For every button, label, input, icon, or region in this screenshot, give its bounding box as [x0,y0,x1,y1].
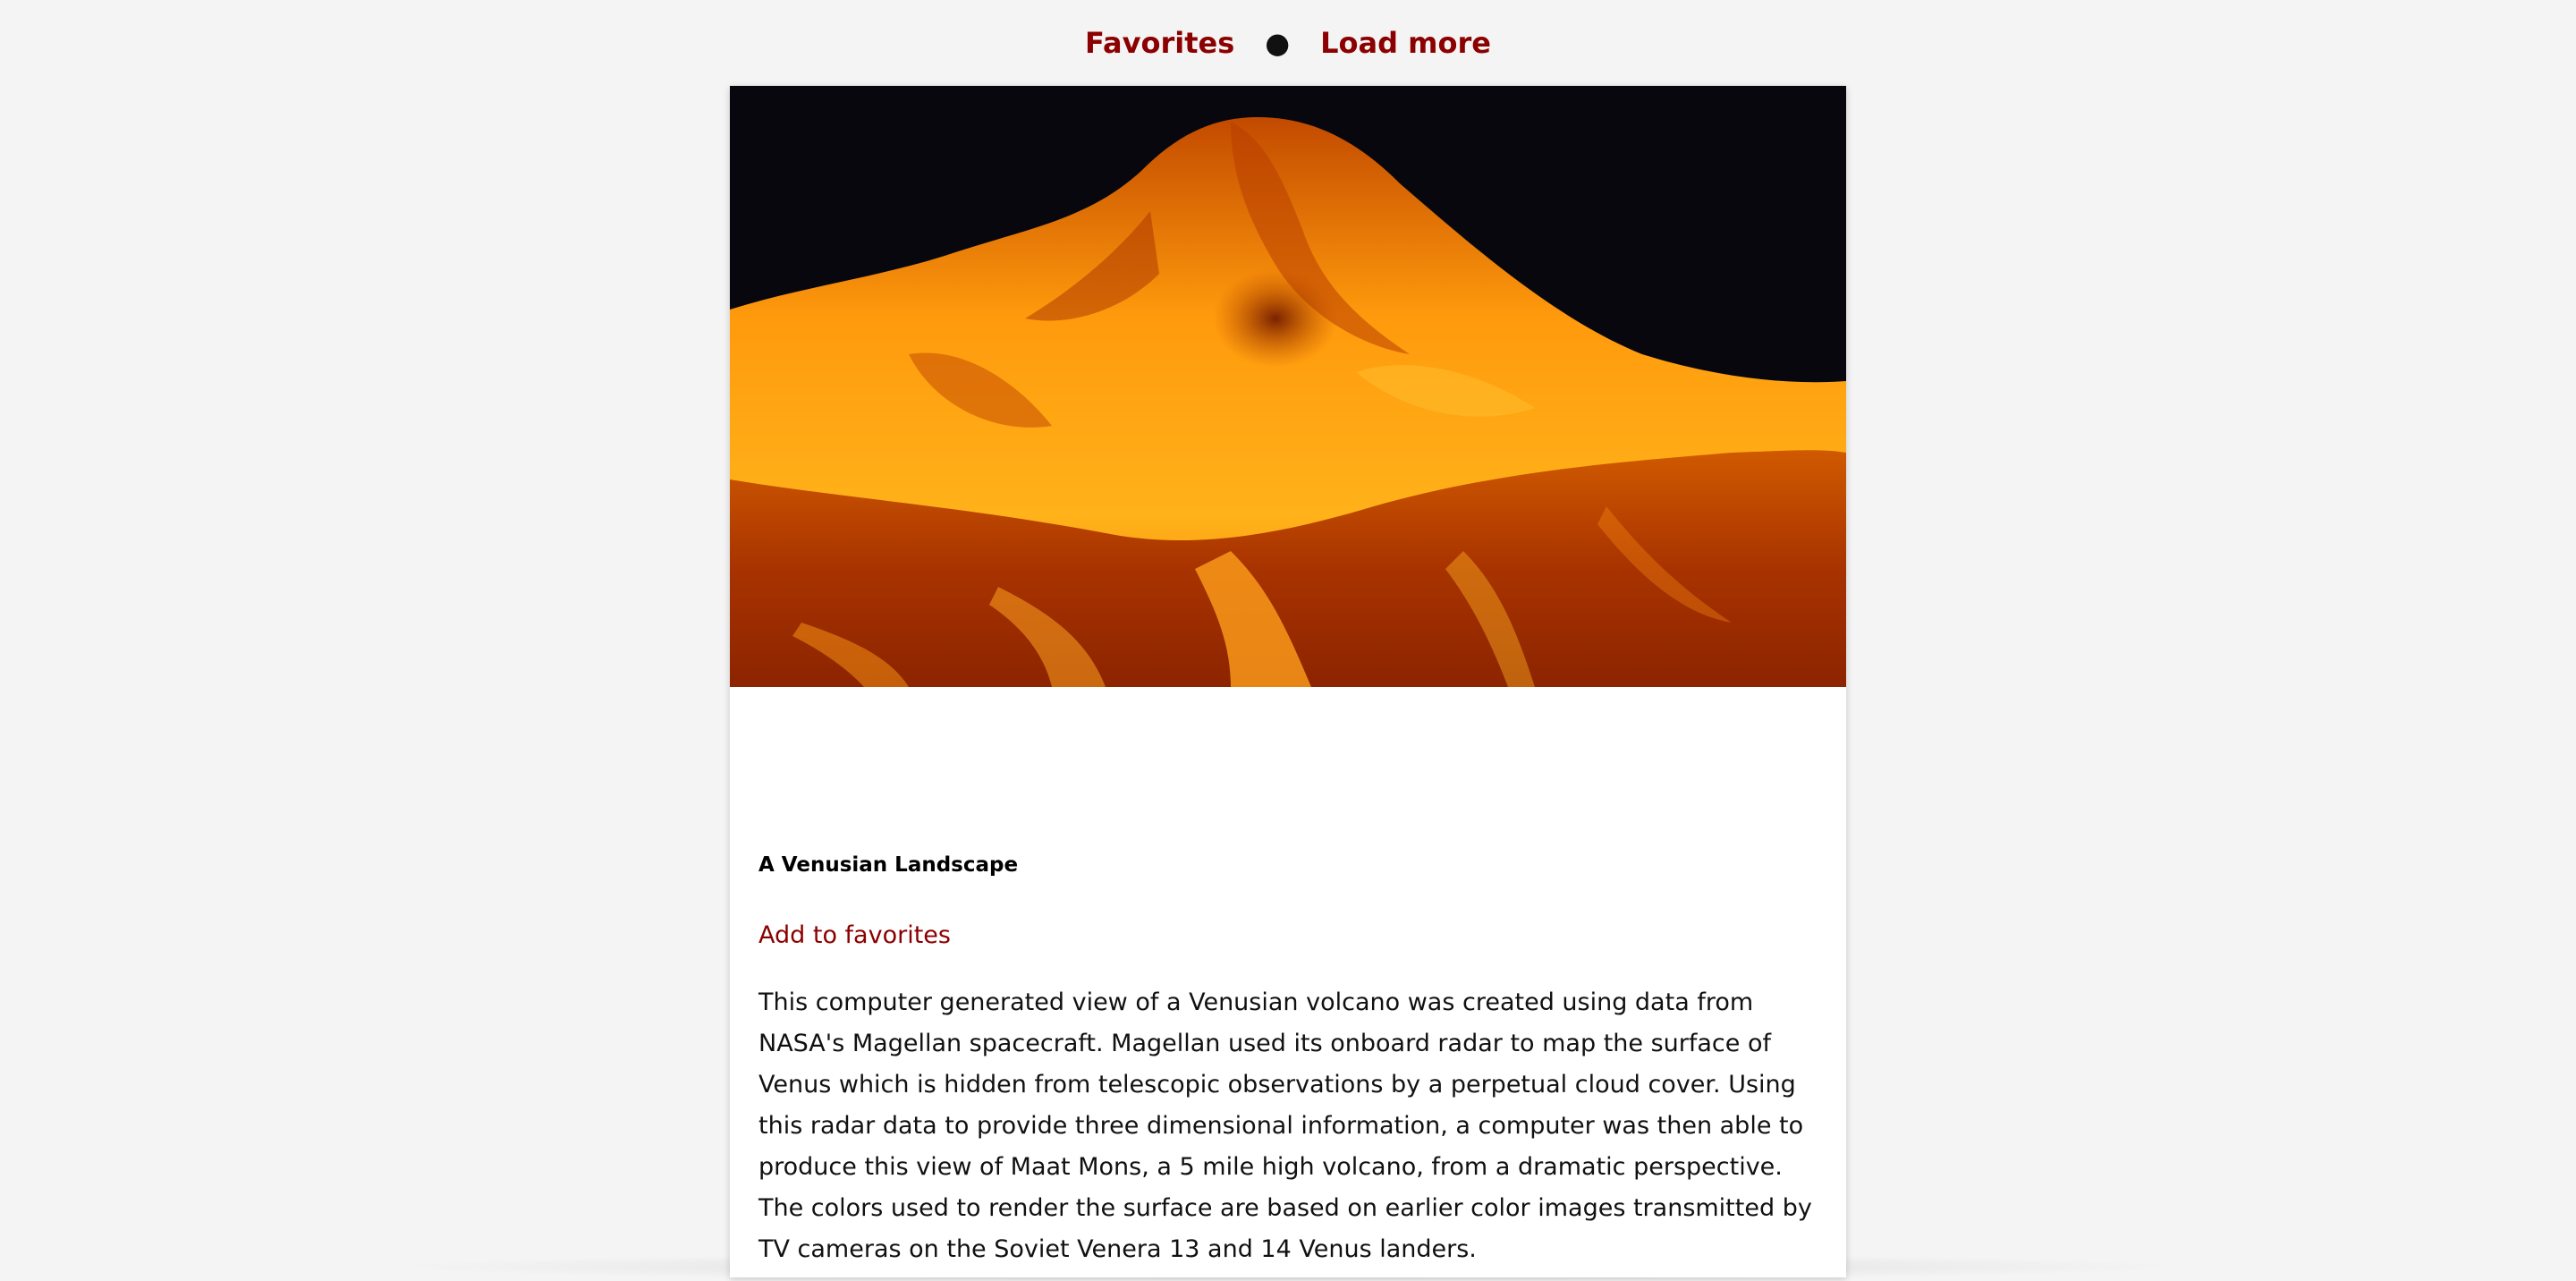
venus-volcano-image [730,86,1846,687]
post-description: This computer generated view of a Venusi… [758,988,1812,1263]
favorites-link[interactable]: Favorites [1085,26,1234,60]
apod-card: A Venusian Landscape Add to favorites Th… [730,86,1846,1277]
load-more-link[interactable]: Load more [1320,26,1491,60]
nav-separator: ● [1265,26,1291,60]
post-title: A Venusian Landscape [758,853,1019,877]
add-to-favorites-link[interactable]: Add to favorites [758,921,951,949]
top-navigation: Favorites ● Load more [0,0,2576,86]
